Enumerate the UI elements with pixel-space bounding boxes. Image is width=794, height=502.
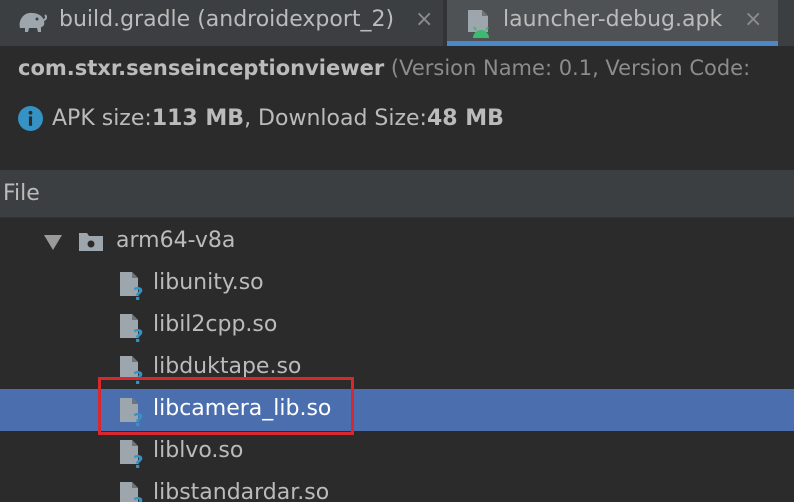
tab-close-icon[interactable]: × <box>744 7 762 32</box>
package-name: com.stxr.senseinceptionviewer <box>18 56 385 80</box>
svg-text:?: ? <box>133 284 143 302</box>
tree-item-label: libstandardar.so <box>153 480 330 502</box>
download-size-value: 48 MB <box>426 106 504 131</box>
package-line: com.stxr.senseinceptionviewer (Version N… <box>18 56 750 80</box>
apk-size-value: 113 MB <box>151 106 245 131</box>
version-info: (Version Name: 0.1, Version Code: <box>384 56 751 80</box>
tree-item-label: libil2cpp.so <box>153 312 278 337</box>
tab-close-icon[interactable]: × <box>415 7 433 32</box>
svg-text:?: ? <box>133 326 143 344</box>
apk-size-label: APK size: <box>52 106 152 131</box>
unknown-file-icon: ? <box>120 272 143 302</box>
expand-caret-icon[interactable] <box>44 235 62 250</box>
info-circle-icon <box>18 106 43 131</box>
download-size-label: , Download Size: <box>244 106 427 131</box>
editor-tab-bar: build.gradle (androidexport_2) × launche… <box>0 0 794 46</box>
apk-summary: com.stxr.senseinceptionviewer (Version N… <box>0 46 794 170</box>
tree-item-label: liblvo.so <box>153 438 244 463</box>
file-column-header[interactable]: File <box>0 170 794 218</box>
folder-icon <box>79 233 103 251</box>
unknown-file-icon: ? <box>120 314 143 344</box>
gradle-elephant-icon <box>19 12 48 33</box>
unknown-file-icon: ? <box>120 440 143 470</box>
tree-item-file[interactable]: ? libstandardar.so <box>0 473 794 502</box>
svg-text:?: ? <box>133 452 143 470</box>
svg-text:?: ? <box>133 494 143 502</box>
apk-android-file-icon <box>468 10 489 38</box>
tree-folder-arm64-v8a[interactable]: arm64-v8a <box>0 221 794 263</box>
tab-build-gradle[interactable]: build.gradle (androidexport_2) × <box>0 0 443 46</box>
unknown-file-icon: ? <box>120 482 143 502</box>
column-header-label: File <box>3 181 40 206</box>
tree-item-label: libduktape.so <box>153 354 302 379</box>
size-line: APK size: 113 MB , Download Size: 48 MB <box>18 106 504 131</box>
tab-launcher-debug-apk[interactable]: launcher-debug.apk × <box>447 0 778 46</box>
tree-item-file[interactable]: ? libunity.so <box>0 263 794 305</box>
tree-item-label: libunity.so <box>153 270 264 295</box>
tab-label: build.gradle (androidexport_2) <box>59 7 395 32</box>
tree-item-file[interactable]: ? libil2cpp.so <box>0 305 794 347</box>
tree-item-file[interactable]: ? liblvo.so <box>0 431 794 473</box>
annotation-highlight-box <box>98 377 354 435</box>
tree-item-label: arm64-v8a <box>116 228 236 253</box>
tab-label: launcher-debug.apk <box>503 7 723 32</box>
